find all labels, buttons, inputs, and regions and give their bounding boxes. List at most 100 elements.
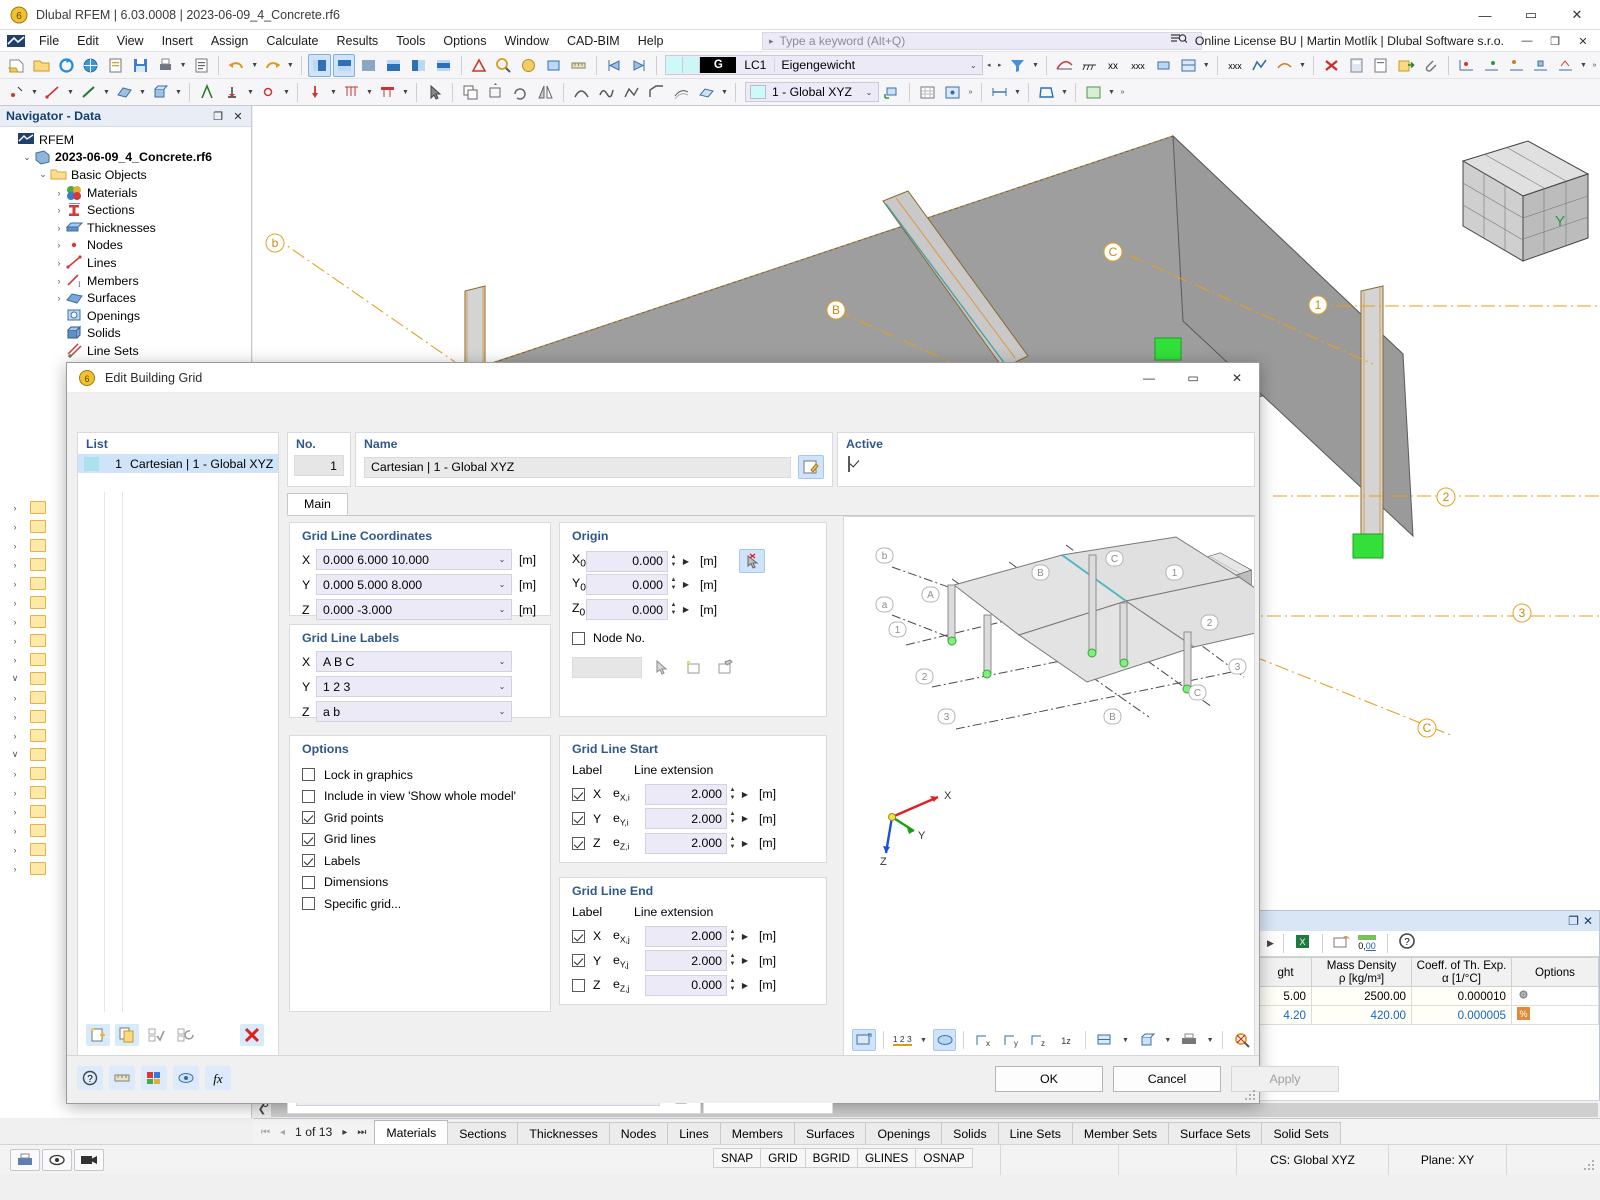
navigator-item-2023-06-09-4-concrete-rf6[interactable]: ⌄ 2023-06-09_4_Concrete.rf6 [0, 149, 251, 167]
chevron-down-icon[interactable]: ⌄ [493, 657, 511, 666]
load-nodal-dropdown-icon[interactable]: ▼ [328, 81, 339, 104]
open-file-icon[interactable] [30, 54, 53, 77]
pager-next-button[interactable]: ▸ [342, 1127, 347, 1138]
menu-tools[interactable]: Tools [387, 32, 434, 50]
option-checkbox-specific-grid[interactable] [302, 897, 315, 911]
print-dropdown-icon[interactable]: ▼ [178, 54, 189, 77]
grid-line-end-expand-icon-z[interactable]: ▶ [738, 981, 752, 990]
navigator-close-button[interactable]: ✕ [229, 108, 247, 124]
preview-view-z-icon[interactable]: z [1026, 1029, 1050, 1051]
origin-y-stepper[interactable]: ▲ ▼ [668, 574, 679, 595]
status-camera-icon[interactable] [74, 1148, 104, 1171]
line-support-icon[interactable]: xxx [1127, 54, 1150, 77]
menu-insert[interactable]: Insert [153, 32, 202, 50]
view-mode-3-icon[interactable] [357, 54, 380, 77]
formula-icon[interactable]: fx [205, 1066, 231, 1090]
decimal-places-icon[interactable]: 0,00 [1356, 932, 1378, 955]
arc-icon[interactable] [570, 81, 593, 104]
menu-window[interactable]: Window [495, 32, 557, 50]
grid-snap-5-icon[interactable] [1554, 54, 1577, 77]
zoom-icon[interactable] [492, 54, 515, 77]
delete-grid-button[interactable] [240, 1024, 264, 1046]
view-rotate-icon[interactable] [1035, 81, 1058, 104]
print-icon[interactable] [154, 54, 177, 77]
preview-view-x-icon[interactable]: x [971, 1029, 995, 1051]
preview-cube-dropdown-icon[interactable]: ▼ [1162, 1029, 1173, 1052]
member-hinge-icon[interactable]: xx [1102, 54, 1125, 77]
grid-line-start-expand-icon-z[interactable]: ▶ [738, 839, 752, 848]
toolbar-overflow-icon[interactable]: » [1589, 54, 1600, 77]
navigator-item-rfem[interactable]: ›RFEM [0, 131, 251, 149]
snap-toggle-grid[interactable]: GRID [760, 1148, 805, 1168]
grid-list-row[interactable]: 1 Cartesian | 1 - Global XYZ [78, 454, 278, 473]
preview-zoom-all-icon[interactable] [852, 1029, 876, 1051]
option-checkbox-include-in-view-show-whole-model[interactable] [302, 789, 315, 803]
dialog-close-button[interactable]: ✕ [1215, 363, 1259, 393]
menu-view[interactable]: View [108, 32, 153, 50]
label-x-combo[interactable]: A B C ⌄ [316, 651, 512, 672]
print-preview-icon[interactable] [104, 54, 127, 77]
grid-snap-dropdown-icon[interactable]: ▼ [1578, 54, 1589, 77]
edit-icon[interactable] [798, 455, 824, 479]
keyword-search-input[interactable]: ▸ Type a keyword (Alt+Q) [762, 32, 1202, 50]
expand-twisty-icon[interactable]: › [52, 276, 66, 286]
grid-line-end-input-y[interactable]: 2.000 [645, 950, 727, 972]
origin-y-input[interactable]: 0.000 [586, 574, 668, 595]
node-no-checkbox[interactable] [572, 631, 585, 645]
snap-toggle-snap[interactable]: SNAP [713, 1148, 761, 1168]
snap-toggle-bgrid[interactable]: BGRID [804, 1148, 857, 1168]
attachment-icon[interactable] [1419, 54, 1442, 77]
menu-edit[interactable]: Edit [68, 32, 108, 50]
option-row[interactable]: Grid points [302, 807, 516, 829]
view-mode-6-icon[interactable] [432, 54, 455, 77]
status-view-icon[interactable] [42, 1148, 72, 1171]
grid-active-checkbox[interactable] [848, 456, 850, 472]
excel-export-icon[interactable]: X [1293, 932, 1313, 955]
member-create-icon[interactable] [77, 81, 100, 104]
option-row[interactable]: Lock in graphics [302, 764, 516, 786]
grid-line-end-expand-icon-y[interactable]: ▶ [738, 956, 752, 965]
line-create-dropdown-icon[interactable]: ▼ [65, 81, 76, 104]
chevron-down-icon[interactable]: ⌄ [493, 580, 511, 589]
wireframe-icon[interactable] [542, 54, 565, 77]
calculate-icon[interactable] [1345, 54, 1368, 77]
model-tree-icon[interactable] [196, 81, 219, 104]
new-file-icon[interactable] [5, 54, 28, 77]
snap-toggle-osnap[interactable]: OSNAP [915, 1148, 973, 1168]
solid-create-dropdown-icon[interactable]: ▼ [173, 81, 184, 104]
grid-line-start-input-x[interactable]: 2.000 [645, 783, 727, 805]
edit-node-icon[interactable] [712, 655, 738, 679]
redo-dropdown-icon[interactable]: ▼ [285, 54, 296, 77]
origin-x-input[interactable]: 0.000 [586, 550, 668, 572]
preview-display-dropdown-icon[interactable]: ▼ [1120, 1029, 1131, 1052]
results-table-restore-button[interactable]: ❐ [1568, 914, 1579, 928]
grid-line-end-stepper-x[interactable]: ▲ ▼ [727, 926, 738, 947]
origin-x-expand-icon[interactable]: ▶ [679, 557, 693, 566]
load-surface-icon[interactable] [376, 81, 399, 104]
cancel-button[interactable]: Cancel [1113, 1066, 1221, 1092]
preview-print-icon[interactable] [1177, 1029, 1201, 1051]
offset-icon[interactable] [670, 81, 693, 104]
cell-weight[interactable]: 5.00 [1259, 986, 1312, 1006]
load-line-dropdown-icon[interactable]: ▼ [364, 81, 375, 104]
export-icon[interactable] [1394, 54, 1417, 77]
menu-options[interactable]: Options [434, 32, 495, 50]
grid-line-start-stepper-z[interactable]: ▲ ▼ [727, 833, 738, 854]
load-next-icon[interactable] [628, 54, 651, 77]
navigator-item-solids[interactable]: ›Solids [0, 325, 251, 343]
view-mode-5-icon[interactable] [407, 54, 430, 77]
preview-zoom-reset-icon[interactable] [1230, 1029, 1254, 1051]
option-row[interactable]: Include in view 'Show whole model' [302, 786, 516, 808]
grid-line-end-stepper-y[interactable]: ▲ ▼ [727, 950, 738, 971]
table-row[interactable]: 4.20 420.00 0.000005% [1259, 1005, 1599, 1025]
grid-line-start-expand-icon-x[interactable]: ▶ [738, 790, 752, 799]
load-case-prev-button[interactable]: ◂ [983, 54, 994, 77]
bottom-tab-member-sets[interactable]: Member Sets [1071, 1122, 1170, 1144]
ok-button[interactable]: OK [995, 1066, 1103, 1092]
surface-create-icon[interactable] [113, 81, 136, 104]
bottom-tab-surfaces[interactable]: Surfaces [793, 1122, 867, 1144]
globe-icon[interactable] [79, 54, 102, 77]
coord-x-combo[interactable]: 0.000 6.000 10.000 ⌄ [316, 549, 512, 570]
navigator-item-basic-objects[interactable]: ⌄ Basic Objects [0, 166, 251, 184]
mdi-minimize-button[interactable]: — [1514, 32, 1540, 50]
